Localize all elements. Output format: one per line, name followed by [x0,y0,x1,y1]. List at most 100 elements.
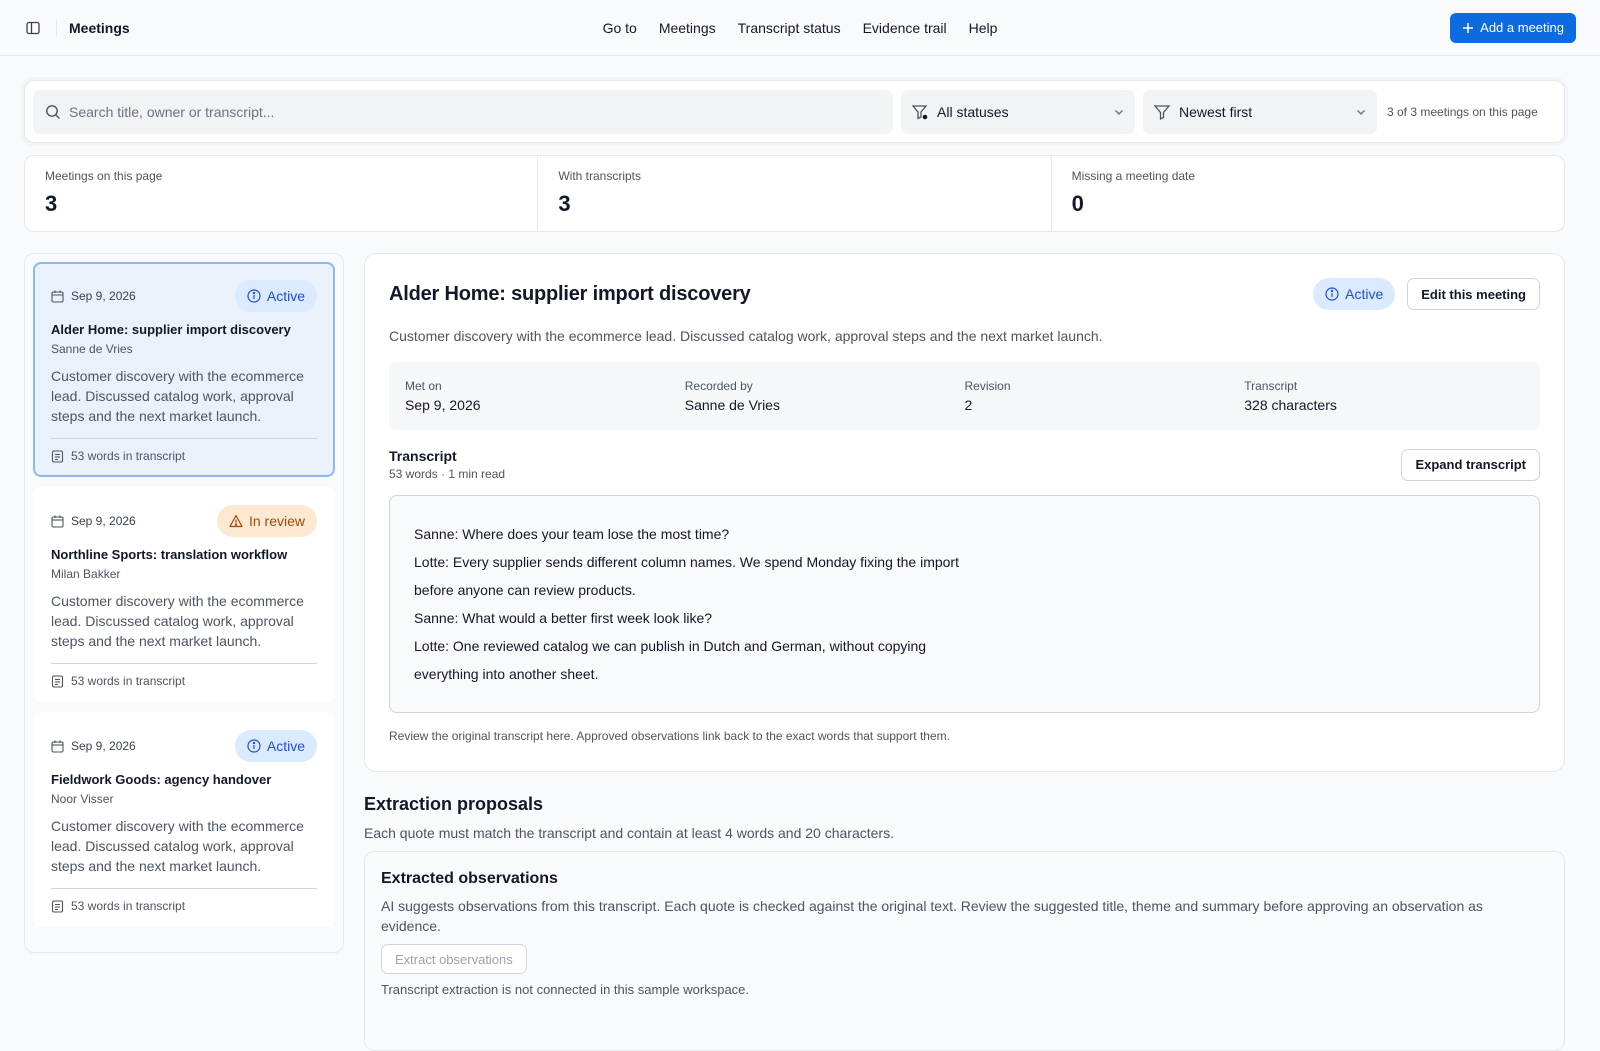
search-icon [45,104,61,120]
meeting-date: Sep 9, 2026 [51,739,136,753]
meeting-card[interactable]: Sep 9, 2026 In review Northline Sports: … [33,487,335,702]
stat-with-transcripts: With transcripts 3 [538,156,1052,231]
transcript-heading: Transcript [389,448,457,464]
calendar-icon [51,290,64,303]
meeting-date-text: Sep 9, 2026 [71,289,136,303]
top-navigation: Go to Meetings Transcript status Evidenc… [0,0,1600,56]
nav-transcript-status[interactable]: Transcript status [738,20,841,36]
meta-value: Sep 9, 2026 [405,397,481,413]
status-badge: Active [234,730,317,762]
extraction-title: Extraction proposals [364,794,544,814]
status-badge: Active [1313,278,1396,310]
stat-missing-date: Missing a meeting date 0 [1052,156,1564,231]
status-badge: Active [234,280,317,312]
document-icon [51,899,64,913]
nav-help[interactable]: Help [969,20,998,36]
info-icon [1325,287,1339,301]
transcript-line: Lotte: Every supplier sends different co… [414,554,959,570]
app-title: Meetings [69,19,130,36]
transcript-stats: 53 words · 1 min read [389,467,506,481]
observations-description: AI suggests observations from this trans… [381,898,1483,934]
info-icon [247,739,261,753]
word-count-text: 53 words in transcript [71,449,186,463]
meeting-card[interactable]: Sep 9, 2026 Active Fieldwork Goods: agen… [33,712,335,927]
word-count-text: 53 words in transcript [71,674,186,688]
transcript-note: Review the original transcript here. App… [389,729,950,743]
transcript-line: everything into another sheet. [414,666,599,682]
status-filter-value: All statuses [937,103,1009,120]
stat-value: 0 [1071,191,1084,216]
meeting-owner: Milan Bakker [51,567,121,581]
meeting-date-text: Sep 9, 2026 [71,514,136,528]
meta-value: 2 [964,397,973,413]
transcript-line: Sanne: Where does your team lose the mos… [414,526,730,542]
meeting-detail: Alder Home: supplier import discovery Ac… [364,253,1565,772]
word-count: 53 words in transcript [51,899,317,913]
word-count-text: 53 words in transcript [71,899,186,913]
meeting-list: Sep 9, 2026 Active Alder Home: supplier … [24,253,344,953]
calendar-icon [51,740,64,753]
meeting-date: Sep 9, 2026 [51,289,136,303]
divider [56,18,57,37]
meeting-card[interactable]: Sep 9, 2026 Active Alder Home: supplier … [33,262,335,477]
status-text: Active [266,738,305,754]
warning-icon [229,514,243,528]
panel-left-icon[interactable] [24,19,42,37]
transcript-box: Sanne: Where does your team lose the mos… [389,495,1540,713]
meeting-title: Northline Sports: translation workflow [51,547,288,562]
meta-label: Recorded by [684,379,753,393]
observations-panel: Extracted observations AI suggests obser… [364,851,1565,1051]
meeting-date: Sep 9, 2026 [51,514,136,528]
word-count: 53 words in transcript [51,449,317,463]
meta-label: Transcript [1244,379,1298,393]
observations-title: Extracted observations [381,870,558,887]
nav-go-to[interactable]: Go to [603,20,637,36]
meta-label: Revision [964,379,1011,393]
sort-select[interactable]: Newest first [1143,89,1377,134]
stat-label: With transcripts [558,169,642,183]
detail-title: Alder Home: supplier import discovery [389,282,751,305]
transcript-line: Sanne: What would a better first week lo… [414,610,713,626]
meeting-description: Customer discovery with the ecommerce le… [51,591,317,664]
stat-meetings: Meetings on this page 3 [25,156,539,231]
detail-description: Customer discovery with the ecommerce le… [389,328,1103,344]
funnel-icon [1153,103,1171,121]
meta-transcript: Transcript 328 characters [1244,379,1524,413]
nav-evidence-trail[interactable]: Evidence trail [863,20,947,36]
edit-meeting-button[interactable]: Edit this meeting [1407,278,1540,310]
meeting-description: Customer discovery with the ecommerce le… [51,816,317,889]
extraction-subtitle: Each quote must match the transcript and… [364,825,894,841]
filter-bar: All statuses Newest first 3 of 3 meeting… [24,80,1565,143]
search-box [33,89,893,134]
meeting-title: Alder Home: supplier import discovery [51,322,291,337]
status-text: Active [1345,286,1384,302]
document-icon [51,449,64,463]
word-count: 53 words in transcript [51,674,317,688]
info-icon [247,289,261,303]
meta-value: 328 characters [1244,397,1337,413]
status-text: In review [248,513,305,529]
expand-transcript-button[interactable]: Expand transcript [1401,448,1540,481]
meeting-owner: Sanne de Vries [51,342,133,356]
extract-observations-button[interactable]: Extract observations [381,944,527,974]
top-bar: Meetings Go to Meetings Transcript statu… [0,0,1600,56]
nav-meetings[interactable]: Meetings [659,20,716,36]
search-input[interactable] [69,103,881,120]
filter-icon [911,103,929,121]
meeting-date-text: Sep 9, 2026 [71,739,136,753]
plus-icon [1462,22,1474,34]
meta-recorded-by: Recorded by Sanne de Vries [685,379,965,413]
extraction-note: Transcript extraction is not connected i… [381,982,750,997]
stat-label: Meetings on this page [45,169,163,183]
transcript-line: before anyone can review products. [414,582,636,598]
status-filter-select[interactable]: All statuses [901,89,1135,134]
meeting-metadata: Met on Sep 9, 2026 Recorded by Sanne de … [389,362,1540,430]
status-badge: In review [216,505,317,537]
add-meeting-label: Add a meeting [1480,20,1564,35]
transcript-line: Lotte: One reviewed catalog we can publi… [414,638,927,654]
sort-value: Newest first [1179,103,1253,120]
meeting-owner: Noor Visser [51,792,114,806]
meta-met-on: Met on Sep 9, 2026 [405,379,685,413]
stat-value: 3 [45,191,58,216]
add-meeting-button[interactable]: Add a meeting [1450,12,1576,43]
